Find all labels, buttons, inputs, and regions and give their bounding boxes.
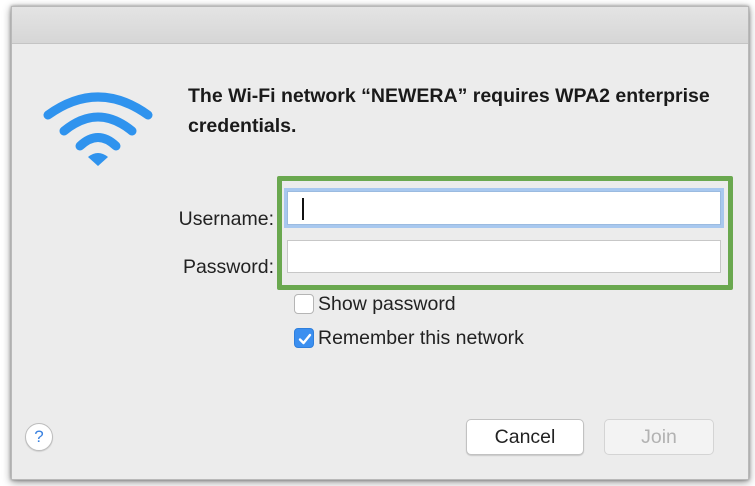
join-button[interactable]: Join [604, 419, 714, 455]
remember-network-label[interactable]: Remember this network [318, 327, 524, 350]
dialog-message: The Wi-Fi network “NEWERA” requires WPA2… [188, 85, 710, 137]
checkmark-icon [298, 333, 312, 345]
credentials-highlight [277, 176, 733, 290]
password-label: Password: [182, 256, 274, 278]
show-password-label[interactable]: Show password [318, 293, 456, 316]
wifi-icon [43, 92, 153, 166]
show-password-checkbox[interactable] [294, 294, 314, 314]
help-button[interactable]: ? [25, 423, 53, 451]
cancel-button[interactable]: Cancel [466, 419, 584, 455]
username-label: Username: [178, 208, 274, 230]
page: The Wi-Fi network “NEWERA” requires WPA2… [0, 0, 755, 486]
remember-network-checkbox[interactable] [294, 328, 314, 348]
dialog-titlebar [12, 7, 748, 44]
